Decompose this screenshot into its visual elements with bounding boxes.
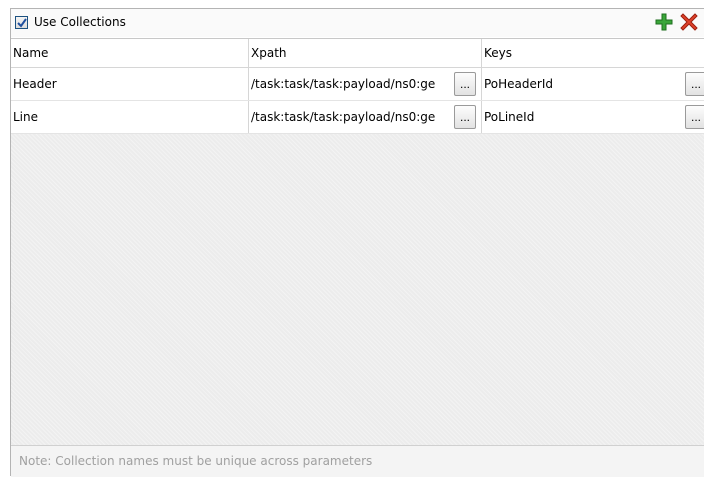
column-header-name[interactable]: Name bbox=[11, 39, 249, 67]
xpath-cell[interactable]: /task:task/task:payload/ns0:ge ... bbox=[249, 68, 482, 100]
remove-collection-button[interactable] bbox=[679, 12, 699, 32]
table-header-row: Name Xpath Keys bbox=[11, 39, 704, 68]
keys-browse-button[interactable]: ... bbox=[685, 105, 704, 129]
column-header-xpath[interactable]: Xpath bbox=[249, 39, 482, 67]
use-collections-label: Use Collections bbox=[34, 15, 126, 29]
xpath-cell[interactable]: /task:task/task:payload/ns0:ge ... bbox=[249, 101, 482, 133]
toolbar: Use Collections bbox=[11, 9, 704, 37]
table-row[interactable]: Header /task:task/task:payload/ns0:ge ..… bbox=[11, 68, 704, 101]
collections-panel: Use Collections Name Xpath Keys Header /… bbox=[10, 8, 704, 477]
table-row[interactable]: Line /task:task/task:payload/ns0:ge ... … bbox=[11, 101, 704, 134]
name-cell[interactable]: Header bbox=[11, 68, 249, 100]
keys-cell[interactable]: PoHeaderId ... bbox=[482, 68, 704, 100]
keys-value: PoLineId bbox=[484, 110, 535, 124]
footer-bar: Note: Collection names must be unique ac… bbox=[11, 445, 704, 477]
collections-table: Name Xpath Keys Header /task:task/task:p… bbox=[11, 38, 704, 445]
keys-browse-button[interactable]: ... bbox=[685, 72, 704, 96]
unique-names-note: Note: Collection names must be unique ac… bbox=[19, 454, 373, 468]
xpath-browse-button[interactable]: ... bbox=[454, 105, 476, 129]
xpath-value: /task:task/task:payload/ns0:ge bbox=[251, 110, 436, 124]
keys-cell[interactable]: PoLineId ... bbox=[482, 101, 704, 133]
delete-x-icon bbox=[680, 13, 698, 31]
column-header-keys[interactable]: Keys bbox=[482, 39, 704, 67]
xpath-browse-button[interactable]: ... bbox=[454, 72, 476, 96]
name-cell[interactable]: Line bbox=[11, 101, 249, 133]
xpath-value: /task:task/task:payload/ns0:ge bbox=[251, 77, 436, 91]
keys-value: PoHeaderId bbox=[484, 77, 553, 91]
checkmark-icon bbox=[17, 18, 27, 28]
use-collections-checkbox[interactable] bbox=[15, 16, 28, 29]
add-collection-button[interactable] bbox=[654, 12, 674, 32]
plus-icon bbox=[655, 13, 673, 31]
